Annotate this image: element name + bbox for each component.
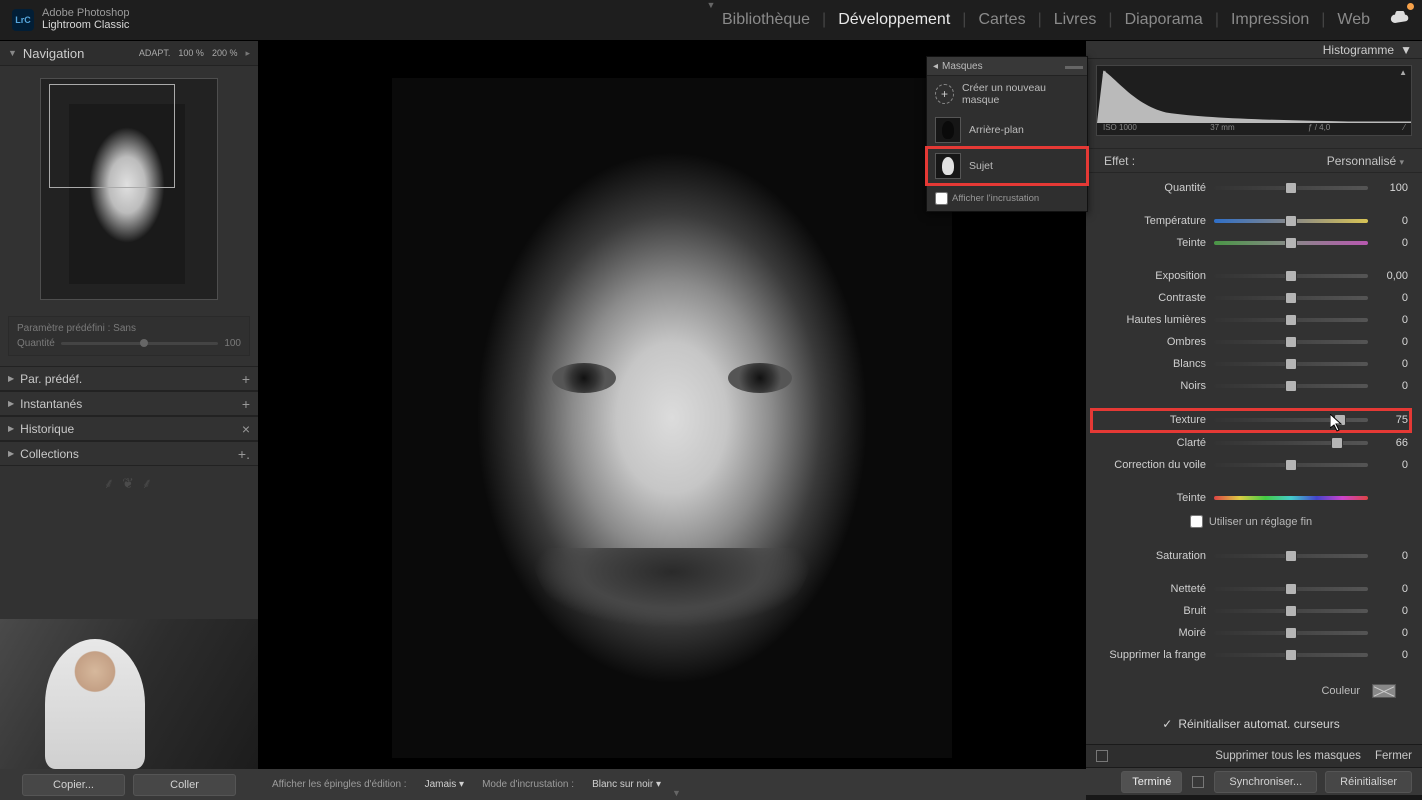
color-row[interactable]: Couleur (1092, 679, 1410, 703)
slider-ombres[interactable]: Ombres0 (1092, 333, 1410, 352)
right-panel: ◂Masques▬▬ + Créer un nouveau masque Arr… (1085, 41, 1422, 795)
module-web[interactable]: Web (1337, 11, 1370, 29)
reset-button[interactable]: Réinitialiser (1325, 771, 1412, 793)
slider-supprimerlafrange[interactable]: Supprimer la frange0 (1092, 646, 1410, 665)
module-cartes[interactable]: Cartes (978, 11, 1025, 29)
accordion-instantans[interactable]: ▶Instantanés+ (0, 391, 258, 416)
slider-exposition[interactable]: Exposition0,00 (1092, 267, 1410, 286)
masks-footer: Supprimer tous les masques Fermer (1086, 744, 1422, 767)
close-masks[interactable]: Fermer (1375, 750, 1412, 762)
preset-label: Paramètre prédéfini : (17, 323, 110, 334)
preset-amount-box: Paramètre prédéfini : Sans Quantité 100 (8, 316, 250, 356)
masks-panel[interactable]: ◂Masques▬▬ + Créer un nouveau masque Arr… (926, 56, 1088, 212)
pins-value[interactable]: Jamais (425, 779, 457, 790)
slider-temprature[interactable]: Température0 (1092, 212, 1410, 231)
preset-qty-value: 100 (224, 338, 241, 349)
overlay-label: Mode d'incrustation : (482, 779, 574, 790)
mask-label: Arrière-plan (969, 124, 1024, 136)
app-badge: LrC (12, 9, 34, 31)
module-switcher: Bibliothèque|Développement|Cartes|Livres… (722, 11, 1410, 30)
slider-noirs[interactable]: Noirs0 (1092, 377, 1410, 396)
color-swatch[interactable] (1372, 684, 1396, 698)
slider-blancs[interactable]: Blancs0 (1092, 355, 1410, 374)
fine-tune-check[interactable]: Utiliser un réglage fin (1092, 511, 1410, 533)
zoom-100[interactable]: 100 % (178, 48, 204, 59)
slider-clart[interactable]: Clarté66 (1092, 434, 1410, 453)
navigator-thumbnail[interactable] (40, 78, 218, 300)
pins-label: Afficher les épingles d'édition : (272, 779, 407, 790)
slider-correctionduvoile[interactable]: Correction du voile0 (1092, 456, 1410, 475)
slider-nettet[interactable]: Netteté0 (1092, 580, 1410, 599)
done-button[interactable]: Terminé (1121, 771, 1182, 793)
accordion-parprdf[interactable]: ▶Par. prédéf.+ (0, 366, 258, 391)
cloud-sync-icon[interactable] (1382, 11, 1410, 30)
plus-icon: + (935, 84, 954, 104)
photo-preview (392, 78, 952, 758)
zoom-mode[interactable]: ADAPT. (139, 48, 171, 59)
histo-aperture: ƒ / 4,0 (1308, 123, 1330, 135)
webcam-overlay (0, 619, 258, 769)
center-footer: Afficher les épingles d'édition : Jamais… (258, 769, 1086, 800)
app-title-2: Lightroom Classic (42, 20, 129, 32)
histo-flash: ⁄ (1404, 123, 1405, 135)
app-logo: LrC Adobe Photoshop Lightroom Classic (12, 8, 129, 31)
slider-teinte[interactable]: Teinte0 (1092, 234, 1410, 253)
module-bibliothèque[interactable]: Bibliothèque (722, 11, 810, 29)
delete-all-masks[interactable]: Supprimer tous les masques (1215, 750, 1361, 762)
navigation-header[interactable]: ▼Navigation ADAPT. 100 % 200 % ▸ (0, 41, 258, 66)
module-développement[interactable]: Développement (838, 11, 950, 29)
navigator-crop-box[interactable] (49, 84, 175, 188)
sync-button[interactable]: Synchroniser... (1214, 771, 1317, 793)
slider-hauteslumires[interactable]: Hautes lumières0 (1092, 311, 1410, 330)
preset-qty-label: Quantité (17, 338, 55, 349)
slider-moir[interactable]: Moiré0 (1092, 624, 1410, 643)
switch-icon[interactable] (1192, 776, 1204, 788)
slider-quantit[interactable]: Quantité100 (1092, 179, 1410, 198)
mask-item-subject[interactable]: Sujet (927, 148, 1087, 184)
effect-label: Effet : (1104, 154, 1135, 168)
accordion-collections[interactable]: ▶Collections+. (0, 441, 258, 466)
effect-preset[interactable]: Personnalisé (1327, 154, 1396, 168)
slider-saturation[interactable]: Saturation0 (1092, 547, 1410, 566)
mask-thumb-subject (935, 153, 961, 179)
auto-reset-sliders[interactable]: ✓Réinitialiser automat. curseurs (1092, 710, 1410, 738)
accordion-historique[interactable]: ▶Historique× (0, 416, 258, 441)
histogram[interactable]: ▲▲ ISO 1000 37 mm ƒ / 4,0 ⁄ (1096, 65, 1412, 136)
paste-button[interactable]: Coller (133, 774, 236, 796)
histo-focal: 37 mm (1210, 123, 1234, 135)
slider-texture[interactable]: Texture75 (1092, 410, 1410, 431)
preset-qty-slider[interactable] (61, 342, 219, 345)
left-panel: ▼Navigation ADAPT. 100 % 200 % ▸ Paramèt… (0, 41, 259, 795)
before-after-icon[interactable] (1096, 750, 1108, 762)
slider-hue[interactable]: Teinte (1092, 489, 1410, 508)
masks-title: Masques (942, 61, 983, 72)
histo-iso: ISO 1000 (1103, 123, 1137, 135)
module-impression[interactable]: Impression (1231, 11, 1309, 29)
histogram-header[interactable]: Histogramme▼ (1086, 41, 1422, 59)
create-mask-label: Créer un nouveau masque (962, 82, 1079, 106)
effect-header: Effet : Personnalisé ▾ (1086, 148, 1422, 172)
mask-item-background[interactable]: Arrière-plan (927, 112, 1087, 148)
ornament: ⸙ ❦ ⸙ (0, 466, 258, 501)
preset-value: Sans (113, 323, 136, 334)
mask-thumb-background (935, 117, 961, 143)
nav-title: Navigation (23, 46, 84, 61)
module-livres[interactable]: Livres (1054, 11, 1097, 29)
zoom-200[interactable]: 200 % (212, 48, 238, 59)
slider-bruit[interactable]: Bruit0 (1092, 602, 1410, 621)
slider-contraste[interactable]: Contraste0 (1092, 289, 1410, 308)
create-new-mask[interactable]: + Créer un nouveau masque (927, 76, 1087, 112)
show-overlay-check[interactable]: Afficher l'incrustation (927, 184, 1087, 211)
copy-button[interactable]: Copier... (22, 774, 125, 796)
module-diaporama[interactable]: Diaporama (1125, 11, 1203, 29)
mask-label: Sujet (969, 160, 993, 172)
overlay-value[interactable]: Blanc sur noir (592, 779, 653, 790)
